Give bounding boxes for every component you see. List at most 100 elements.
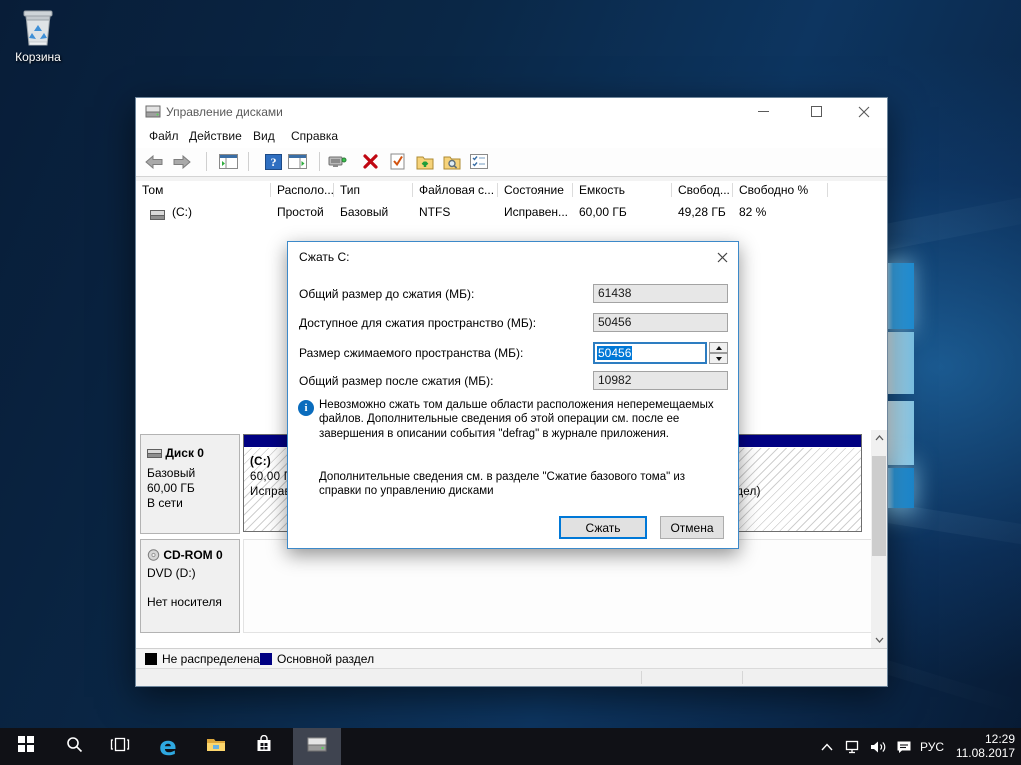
disk0-type: Базовый [147,466,195,480]
field-total-after: 10982 [593,371,728,390]
cdrom-panel[interactable]: CD-ROM 0 DVD (D:) Нет носителя [140,539,240,633]
column-header-capacity[interactable]: Емкость [573,183,672,197]
disk0-name: Диск 0 [165,446,204,460]
scroll-up-icon[interactable] [871,430,887,446]
menubar: Файл Действие Вид Справка [136,125,887,148]
toolbar: ? [136,148,887,177]
volume-disk-icon [150,207,165,225]
recycle-bin-shortcut[interactable]: Корзина [0,6,76,64]
task-view-button[interactable] [96,728,144,765]
disk0-status: В сети [147,496,183,510]
dialog-info-text: Невозможно сжать том дальше области расп… [319,398,723,441]
scrollbar-thumb[interactable] [872,456,886,556]
console-tree-icon[interactable] [218,151,239,172]
wallpaper-windows-logo-pane [884,263,914,329]
disk0-name-line: Диск 0 [147,446,204,460]
legend-primary-label: Основной раздел [277,652,374,666]
column-header-status[interactable]: Состояние [498,183,573,197]
cell-fs: NTFS [419,205,450,219]
svg-text:?: ? [271,155,277,169]
taskbar-clock[interactable]: 12:29 11.08.2017 [945,732,1015,760]
network-icon[interactable] [840,728,864,765]
cdrom-name-line: CD-ROM 0 [147,548,223,562]
recycle-bin-label: Корзина [0,50,76,64]
menu-action[interactable]: Действие [189,129,242,143]
volume-table-header: Том Располо... Тип Файловая с... Состоян… [136,181,887,200]
checklist-icon[interactable] [468,151,489,172]
column-header-layout[interactable]: Располо... [271,183,334,197]
toolbar-separator [319,152,320,171]
clock-date: 11.08.2017 [945,746,1015,760]
menu-help[interactable]: Справка [291,129,338,143]
check-document-icon[interactable] [387,151,408,172]
window-title: Управление дисками [166,105,283,119]
legend-bar: Не распределена Основной раздел [136,648,887,669]
disk0-size: 60,00 ГБ [147,481,195,495]
cdrom-row: CD-ROM 0 DVD (D:) Нет носителя [140,539,873,633]
disk-management-icon [306,736,328,758]
column-header-volume[interactable]: Том [136,183,271,197]
legend-unallocated-swatch [145,653,157,665]
edge-button[interactable]: e [144,728,192,765]
close-button[interactable] [841,98,886,125]
cdrom-name: CD-ROM 0 [163,548,222,562]
statusbar-divider [742,671,743,684]
cell-type: Базовый [340,205,388,219]
column-header-free[interactable]: Свобод... [672,183,733,197]
disk0-panel[interactable]: Диск 0 Базовый 60,00 ГБ В сети [140,434,240,534]
column-header-fs[interactable]: Файловая с... [413,183,498,197]
shrink-button[interactable]: Сжать [559,516,647,539]
minimize-button[interactable] [741,98,786,125]
field-label-total-after: Общий размер после сжатия (МБ): [299,374,493,388]
spinner-down-icon[interactable] [709,353,728,364]
start-button[interactable] [2,728,50,765]
wallpaper-windows-logo-pane [884,332,914,394]
shrink-amount-spinner [709,342,728,364]
cd-icon [147,548,163,562]
forward-icon[interactable] [171,151,192,172]
field-label-available: Доступное для сжатия пространство (МБ): [299,316,536,330]
graph-scrollbar[interactable] [871,430,887,648]
cell-free: 49,28 ГБ [678,205,726,219]
field-label-total-before: Общий размер до сжатия (МБ): [299,287,474,301]
maximize-button[interactable] [794,98,839,125]
wallpaper-windows-logo-pane [884,401,914,465]
column-header-type[interactable]: Тип [334,183,413,197]
folder-upload-icon[interactable] [414,151,435,172]
partition-name: (C:) [250,456,271,468]
tray-chevron-icon[interactable] [816,728,838,765]
disk-management-app-icon [145,105,161,123]
cdrom-empty-region[interactable] [243,539,873,633]
cell-volume: (C:) [172,205,192,219]
volume-icon[interactable] [866,728,890,765]
cell-free-pct: 82 % [739,205,766,219]
remote-view-icon[interactable] [327,151,348,172]
spinner-up-icon[interactable] [709,342,728,353]
delete-icon[interactable] [360,151,381,172]
store-button[interactable] [240,728,288,765]
scroll-down-icon[interactable] [871,632,887,648]
search-button[interactable] [50,728,98,765]
shrink-dialog: Сжать C: Общий размер до сжатия (МБ): 61… [287,241,739,549]
field-label-shrink-amount: Размер сжимаемого пространства (МБ): [299,346,523,360]
disk-management-taskbar-button[interactable] [293,728,341,765]
action-center-icon[interactable] [892,728,916,765]
cancel-button[interactable]: Отмена [660,516,724,539]
dialog-help-text: Дополнительные сведения см. в разделе "С… [319,470,719,499]
menu-view[interactable]: Вид [253,129,275,143]
window-titlebar[interactable]: Управление дисками [136,98,887,125]
folder-search-icon[interactable] [441,151,462,172]
task-view-icon [110,737,130,757]
shrink-amount-input[interactable]: 50456 [593,342,707,364]
help-icon[interactable]: ? [263,151,284,172]
legend-primary-swatch [260,653,272,665]
file-explorer-button[interactable] [192,728,240,765]
legend-unallocated-label: Не распределена [162,652,260,666]
back-icon[interactable] [143,151,164,172]
action-pane-icon[interactable] [287,151,308,172]
menu-file[interactable]: Файл [149,129,179,143]
language-indicator[interactable]: РУС [916,728,948,765]
column-header-free-pct[interactable]: Свободно % [733,183,828,197]
cell-status: Исправен... [504,205,568,219]
dialog-close-icon[interactable] [713,248,731,266]
